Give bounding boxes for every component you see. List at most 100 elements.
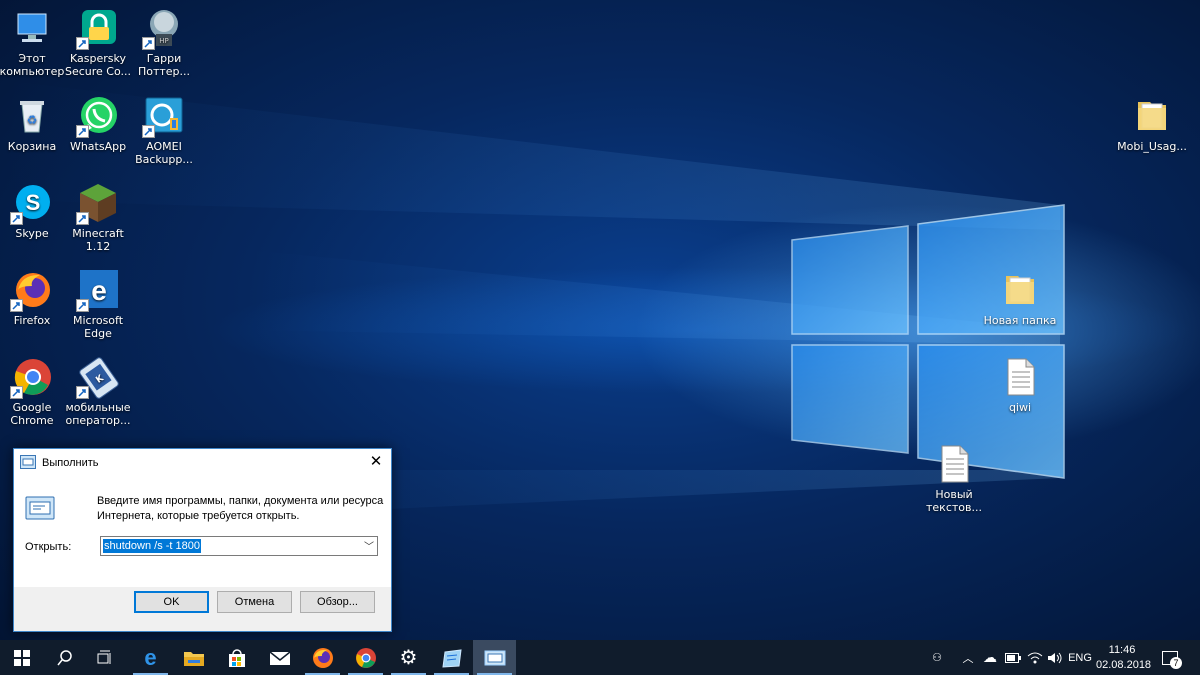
mail-icon [269, 650, 290, 665]
desktop-icon-mobi-usage-folder[interactable]: Mobi_Usag... [1113, 94, 1191, 153]
shortcut-arrow-icon [142, 37, 155, 50]
desktop-icon-new-text-document[interactable]: Новый текстов... [915, 442, 993, 514]
search-button[interactable] [43, 640, 86, 675]
taskbar: e ⚙ ⚇ ︿ ☁ ENG 11:46 02.08.2018 7 [0, 640, 1200, 675]
svg-text:♻: ♻ [27, 113, 38, 127]
desktop-icon-harry-potter[interactable]: HP Гарри Поттер... [125, 6, 203, 78]
taskbar-file-explorer[interactable] [172, 640, 215, 675]
notification-icon: 7 [1162, 650, 1182, 669]
shortcut-arrow-icon [76, 386, 89, 399]
wifi-icon [1027, 652, 1043, 663]
volume-tray[interactable] [1045, 640, 1065, 675]
dialog-message: Введите имя программы, папки, документа … [97, 495, 384, 522]
start-button[interactable] [0, 640, 43, 675]
taskbar-run[interactable] [473, 640, 516, 675]
shortcut-arrow-icon [10, 299, 23, 312]
browse-button[interactable]: Обзор... [300, 591, 375, 613]
people-button[interactable]: ⚇ [927, 640, 947, 675]
icon-label: Minecraft 1.12 [72, 227, 124, 253]
icon-label: AOMEI Backupp... [135, 140, 193, 166]
folder-icon [998, 268, 1042, 312]
shortcut-arrow-icon [76, 299, 89, 312]
kaspersky-icon [76, 6, 120, 50]
task-view-icon [97, 650, 110, 664]
dialog-title-bar[interactable]: Выполнить [14, 449, 391, 477]
open-label: Открыть: [25, 541, 72, 553]
show-hidden-icons-button[interactable]: ︿ [960, 640, 976, 675]
desktop-icon-aomei[interactable]: AOMEI Backupp... [125, 94, 203, 166]
run-icon [484, 650, 505, 665]
volume-icon [1048, 652, 1062, 663]
minecraft-icon [76, 181, 120, 225]
icon-label: мобильные оператор... [65, 401, 131, 427]
settings-icon: ⚙ [399, 647, 418, 669]
file-explorer-icon [183, 651, 204, 666]
cloud-icon: ☁ [983, 649, 997, 665]
taskbar-notepad[interactable] [430, 640, 473, 675]
shortcut-arrow-icon [76, 212, 89, 225]
desktop-icon-new-folder[interactable]: Новая папка [981, 268, 1059, 327]
whatsapp-icon [76, 94, 120, 138]
shortcut-arrow-icon [10, 386, 23, 399]
chevron-down-icon[interactable]: ﹀ [364, 538, 374, 553]
clock-time: 11:46 [1108, 644, 1136, 656]
clock[interactable]: 11:46 02.08.2018 [1096, 643, 1152, 673]
skype-icon: S [10, 181, 54, 225]
icon-label: Новая папка [983, 314, 1057, 327]
taskbar-settings[interactable]: ⚙ [387, 640, 430, 675]
chrome-icon [355, 647, 376, 668]
people-icon: ⚇ [932, 652, 942, 664]
desktop-icon-mobile-operators[interactable]: K мобильные оператор... [59, 355, 137, 427]
store-icon [228, 648, 245, 667]
firefox-icon [10, 268, 54, 312]
taskbar-store[interactable] [215, 640, 258, 675]
taskbar-firefox[interactable] [301, 640, 344, 675]
aomei-backupper-icon [142, 94, 186, 138]
shortcut-arrow-icon [76, 125, 89, 138]
icon-label: Гарри Поттер... [137, 52, 191, 78]
run-icon [20, 454, 36, 472]
svg-text:e: e [91, 275, 107, 306]
network-tray[interactable] [1025, 640, 1045, 675]
onedrive-tray[interactable]: ☁ [980, 640, 1000, 675]
cancel-button[interactable]: Отмена [217, 591, 292, 613]
action-center-button[interactable]: 7 [1155, 640, 1185, 675]
icon-label: Microsoft Edge [72, 314, 124, 340]
close-icon: ✕ [369, 453, 383, 470]
taskbar-edge[interactable]: e [129, 640, 172, 675]
task-view-button[interactable] [83, 640, 126, 675]
svg-text:S: S [26, 190, 41, 215]
edge-icon: e [144, 644, 157, 670]
shortcut-arrow-icon [76, 37, 89, 50]
text-file-icon [932, 442, 976, 486]
search-icon [56, 649, 72, 665]
dialog-body: Введите имя программы, папки, документа … [14, 477, 391, 587]
ok-button[interactable]: OK [134, 591, 209, 613]
harry-potter-game-icon: HP [142, 6, 186, 50]
close-button[interactable]: ✕ [367, 453, 385, 471]
desktop-icon-minecraft[interactable]: Minecraft 1.12 [59, 181, 137, 253]
mobile-operators-icon: K [76, 355, 120, 399]
battery-tray[interactable] [1003, 640, 1023, 675]
run-dialog: Выполнить ✕ Введите имя программы, папки… [13, 448, 392, 632]
taskbar-chrome[interactable] [344, 640, 387, 675]
dialog-title: Выполнить [42, 457, 99, 469]
desktop-icon-edge[interactable]: e Microsoft Edge [59, 268, 137, 340]
clock-date: 02.08.2018 [1096, 659, 1152, 671]
command-input-value: shutdown /s -t 1800 [103, 539, 202, 553]
recycle-bin-icon: ♻ [10, 94, 54, 138]
taskbar-mail[interactable] [258, 640, 301, 675]
folder-icon [1130, 94, 1174, 138]
desktop-icon-qiwi[interactable]: qiwi [981, 355, 1059, 414]
svg-text:HP: HP [159, 37, 169, 45]
command-input[interactable]: shutdown /s -t 1800 ﹀ [100, 536, 378, 556]
icon-label: Новый текстов... [926, 488, 982, 514]
shortcut-arrow-icon [142, 125, 155, 138]
this-pc-icon [10, 6, 54, 50]
shortcut-arrow-icon [10, 212, 23, 225]
edge-icon: e [76, 268, 120, 312]
language-indicator[interactable]: ENG [1067, 640, 1093, 675]
chrome-icon [10, 355, 54, 399]
firefox-icon [312, 647, 333, 668]
text-file-icon [998, 355, 1042, 399]
